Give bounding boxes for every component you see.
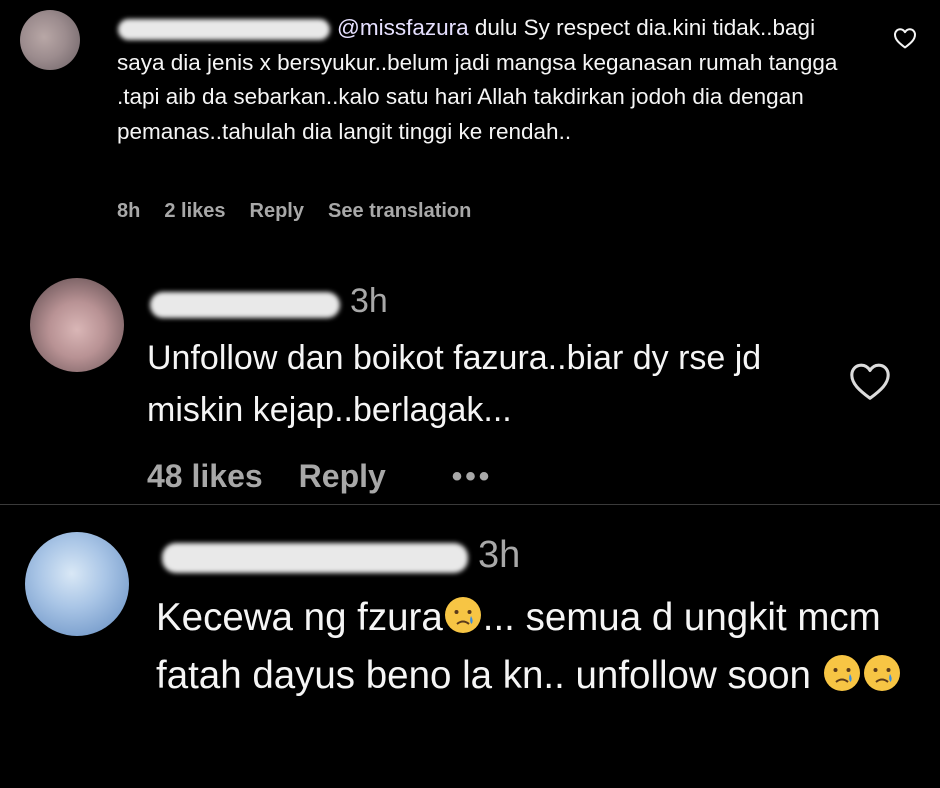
- comment-time: 8h: [117, 200, 141, 222]
- comment-text: Kecewa ng fzura... semua d ungkit mcm fa…: [156, 589, 926, 705]
- avatar[interactable]: [25, 532, 129, 636]
- comment-time: 3h: [478, 534, 521, 576]
- likes-count[interactable]: 48 likes: [147, 458, 263, 495]
- crying-face-emoji: [863, 654, 900, 691]
- crying-face-emoji: [823, 654, 860, 691]
- comment-body: dulu Sy respect dia.kini tidak..bagi say…: [117, 15, 838, 144]
- reply-button[interactable]: Reply: [250, 200, 304, 223]
- see-translation-button[interactable]: See translation: [328, 200, 471, 223]
- heart-outline-icon[interactable]: [893, 27, 917, 49]
- comment-2: 3h Unfollow dan boikot fazura..biar dy r…: [0, 250, 940, 504]
- comment-text: @missfazura dulu Sy respect dia.kini tid…: [117, 11, 857, 149]
- avatar[interactable]: [30, 278, 124, 372]
- comment-meta: 48 likes Reply •••: [147, 458, 492, 495]
- crying-face-emoji: [444, 596, 481, 633]
- comment-text: Unfollow dan boikot fazura..biar dy rse …: [147, 339, 762, 429]
- comment-body-part1: Kecewa ng fzura: [156, 596, 443, 639]
- likes-count[interactable]: 2 likes: [164, 200, 225, 223]
- reply-button[interactable]: Reply: [299, 458, 386, 495]
- username-blurred[interactable]: [150, 292, 340, 318]
- heart-outline-icon[interactable]: [848, 361, 892, 401]
- avatar[interactable]: [20, 10, 80, 70]
- comment-meta: 8h 2 likes Reply See translation: [117, 200, 495, 223]
- more-options-icon[interactable]: •••: [452, 460, 493, 494]
- comment-1: @missfazura dulu Sy respect dia.kini tid…: [0, 0, 940, 250]
- username-blurred[interactable]: [162, 543, 468, 573]
- mention-link[interactable]: @missfazura: [337, 15, 469, 40]
- comment-time: 3h: [350, 282, 388, 320]
- comment-3: 3h Kecewa ng fzura... semua d ungkit mcm…: [0, 505, 940, 788]
